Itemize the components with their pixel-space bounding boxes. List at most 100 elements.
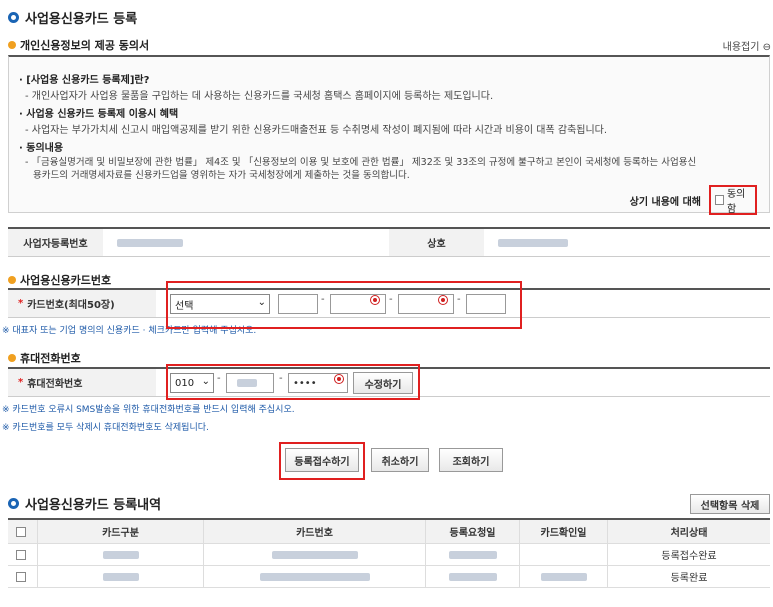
consent-section-desc: 용카드의 거래명세자료를 신용카드업을 영위하는 자가 국세청장에게 제출하는 …: [33, 170, 410, 181]
consent-section-desc: - 개인사업자가 사업용 물품을 구입하는 데 사용하는 신용카드를 국세청 홈…: [25, 91, 494, 102]
phone-note-1: ※ 카드번호 오류시 SMS발송을 위한 휴대전화번호를 반드시 입력해 주십시…: [2, 405, 295, 415]
consent-section-title: · 동의내용: [19, 143, 64, 154]
blurred-value: [271, 550, 358, 559]
row-select-cell: [8, 566, 38, 587]
dash: -: [389, 294, 393, 305]
phone-note-2: ※ 카드번호를 모두 삭제시 휴대전화번호도 삭제됩니다.: [2, 423, 209, 433]
secure-input-icon: [370, 295, 380, 305]
business-info-table: 사업자등록번호 상호: [8, 227, 770, 257]
agree-checkbox-wrap[interactable]: 동의함: [709, 185, 757, 215]
history-title-text: 사업용신용카드 등록내역: [25, 498, 162, 513]
consent-section-title: · [사업용 신용카드 등록제]란?: [19, 75, 150, 86]
phone-section-title: 휴대전화번호: [8, 350, 81, 366]
confirm-date-cell: [520, 566, 608, 587]
page-title: 사업용신용카드 등록: [8, 8, 137, 27]
card-number-inputs: 선택 ⌄ - - -: [156, 290, 770, 317]
agree-prefix: 상기 내용에 대해: [629, 196, 701, 208]
status-cell: 등록접수완료: [661, 551, 717, 562]
business-name-value: [484, 229, 770, 256]
chevron-down-icon: ⌄: [257, 297, 266, 308]
reg-no-label: 사업자등록번호: [8, 229, 103, 256]
phone-middle-input[interactable]: [226, 373, 274, 393]
row-select-cell: [8, 544, 38, 565]
dash: -: [321, 294, 325, 305]
consent-section-desc: - 사업자는 부가가치세 신고시 매입액공제를 받기 위한 신용카드매출전표 등…: [25, 125, 608, 136]
col-card-type: 카드구분: [38, 520, 204, 543]
collapse-content-link[interactable]: 내용접기 ⊖: [723, 38, 771, 53]
inquiry-button[interactable]: 조회하기: [439, 448, 503, 472]
agree-label: 동의함: [726, 189, 746, 215]
consent-title-text: 개인신용정보의 제공 동의서: [20, 39, 150, 52]
row-checkbox[interactable]: [16, 549, 26, 560]
card-number-cell: [204, 566, 426, 587]
section-bullet-icon: [8, 354, 16, 362]
phone-label-text: 휴대전화번호: [27, 379, 83, 390]
request-date-cell: [426, 544, 520, 565]
section-bullet-icon: [8, 276, 16, 284]
consent-section-title: · 사업용 신용카드 등록제 이용시 혜택: [19, 109, 179, 120]
card-type-select[interactable]: 선택 ⌄: [170, 294, 270, 314]
agree-checkbox[interactable]: [715, 195, 724, 205]
title-bullet-icon: [8, 498, 19, 509]
card-number-part4[interactable]: [466, 294, 506, 314]
consent-section-desc: - 「금융실명거래 및 비밀보장에 관한 법률」 제4조 및 「신용정보의 이용…: [25, 157, 697, 168]
edit-phone-button[interactable]: 수정하기: [353, 372, 413, 394]
blurred-value: [448, 550, 497, 559]
phone-section-title-text: 휴대전화번호: [20, 352, 81, 365]
blurred-value: [540, 572, 587, 581]
blurred-value: [237, 379, 257, 387]
secure-input-icon: [334, 374, 344, 384]
required-mark: *: [18, 377, 24, 388]
select-all-cell: [8, 520, 38, 543]
card-number-cell: [204, 544, 426, 565]
dash: -: [217, 373, 221, 384]
section-bullet-icon: [8, 41, 16, 49]
phone-prefix-value: 010: [175, 377, 195, 389]
register-button[interactable]: 등록접수하기: [285, 448, 359, 472]
confirm-date-cell: [520, 544, 608, 565]
card-number-row: * 카드번호(최대50장) 선택 ⌄ - - -: [8, 288, 770, 318]
delete-selected-button[interactable]: 선택항목 삭제: [690, 494, 770, 514]
select-all-checkbox[interactable]: [16, 526, 26, 537]
consent-title: 개인신용정보의 제공 동의서: [8, 37, 149, 53]
consent-box: · [사업용 신용카드 등록제]란? - 개인사업자가 사업용 물품을 구입하는…: [8, 55, 770, 215]
blurred-value: [498, 238, 568, 247]
phone-row: * 휴대전화번호 010 ⌄ - - •••• 수정하기: [8, 367, 770, 397]
col-confirm-date: 카드확인일: [520, 520, 608, 543]
card-type-select-value: 선택: [175, 300, 194, 312]
dash: -: [279, 373, 283, 384]
row-checkbox[interactable]: [16, 571, 26, 582]
blurred-value: [259, 572, 370, 581]
business-name-label: 상호: [389, 229, 484, 256]
blurred-value: [102, 572, 139, 581]
status-cell: 등록완료: [670, 573, 708, 584]
card-type-cell: [38, 566, 204, 587]
request-date-cell: [426, 566, 520, 587]
blurred-value: [448, 572, 497, 581]
cancel-button[interactable]: 취소하기: [371, 448, 429, 472]
table-row: 등록접수완료: [8, 544, 770, 566]
card-section-title: 사업용신용카드번호: [8, 272, 111, 288]
col-request-date: 등록요청일: [426, 520, 520, 543]
phone-label: * 휴대전화번호: [8, 369, 156, 396]
reg-no-value: [103, 229, 389, 256]
card-type-cell: [38, 544, 204, 565]
phone-prefix-select[interactable]: 010 ⌄: [170, 373, 214, 393]
phone-last-masked: ••••: [293, 377, 317, 389]
blurred-value: [102, 550, 139, 559]
card-number-label-text: 카드번호(최대50장): [27, 300, 115, 311]
table-header-row: 카드구분 카드번호 등록요청일 카드확인일 처리상태: [8, 520, 770, 544]
title-bullet-icon: [8, 12, 19, 23]
card-section-title-text: 사업용신용카드번호: [20, 274, 112, 287]
chevron-down-icon: ⌄: [201, 376, 210, 387]
phone-inputs: 010 ⌄ - - •••• 수정하기: [156, 369, 770, 396]
dash: -: [457, 294, 461, 305]
card-number-part1[interactable]: [278, 294, 318, 314]
table-row: 등록완료: [8, 566, 770, 588]
history-title: 사업용신용카드 등록내역: [8, 494, 161, 513]
col-card-number: 카드번호: [204, 520, 426, 543]
col-status: 처리상태: [670, 528, 708, 539]
card-number-label: * 카드번호(최대50장): [8, 290, 156, 317]
blurred-value: [117, 238, 183, 247]
history-table: 카드구분 카드번호 등록요청일 카드확인일 처리상태 등록접수완료 등록완료: [8, 518, 770, 588]
